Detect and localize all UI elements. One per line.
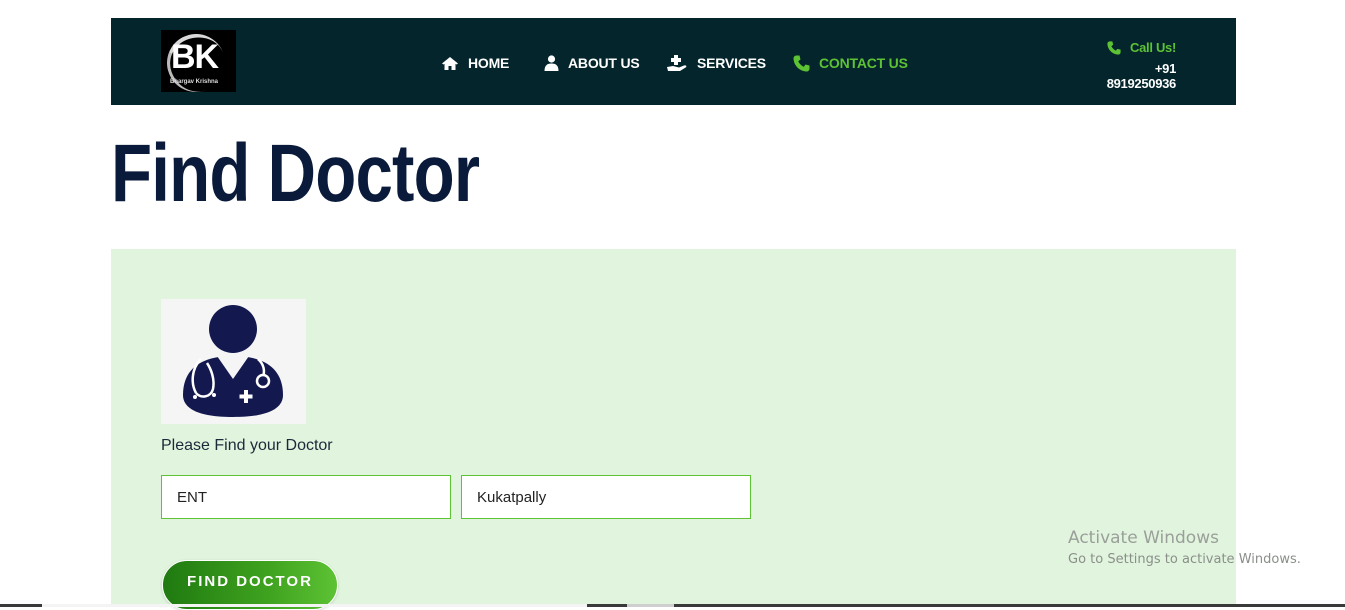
logo-letters: BK	[171, 38, 219, 76]
nav-services[interactable]: SERVICES	[667, 52, 766, 74]
site-logo[interactable]: BK Bhargav Krishna	[161, 30, 236, 92]
call-us-label-row: Call Us!	[1086, 40, 1176, 55]
nav-contact-label: CONTACT US	[819, 55, 908, 71]
user-icon	[544, 55, 559, 71]
doctor-image	[161, 299, 306, 424]
nav-about-label: ABOUT US	[568, 55, 640, 71]
home-icon	[442, 56, 458, 70]
hand-medical-icon	[667, 54, 687, 71]
site-header: BK Bhargav Krishna HOME ABOUT US SERVICE…	[111, 18, 1236, 105]
call-us-block: Call Us! +91 8919250936	[1086, 40, 1177, 91]
doctor-icon	[183, 305, 283, 417]
nav-about-us[interactable]: ABOUT US	[544, 52, 640, 74]
specialty-input[interactable]	[161, 475, 451, 519]
nav-home[interactable]: HOME	[441, 52, 509, 74]
location-input[interactable]	[461, 475, 751, 519]
find-doctor-prompt: Please Find your Doctor	[161, 437, 333, 454]
nav-contact-us[interactable]: CONTACT US	[793, 52, 908, 74]
find-doctor-panel: Please Find your Doctor FIND DOCTOR	[111, 249, 1236, 610]
page-title: Find Doctor	[111, 128, 480, 219]
nav-home-label: HOME	[468, 55, 510, 71]
call-us-label: Call Us!	[1129, 40, 1176, 55]
find-doctor-button[interactable]: FIND DOCTOR	[162, 560, 338, 610]
phone-icon	[1107, 40, 1121, 55]
nav-services-label: SERVICES	[697, 55, 766, 71]
call-phone-number[interactable]: +91 8919250936	[1086, 61, 1177, 91]
phone-icon	[793, 55, 810, 71]
logo-subtitle: Bhargav Krishna	[170, 79, 219, 85]
